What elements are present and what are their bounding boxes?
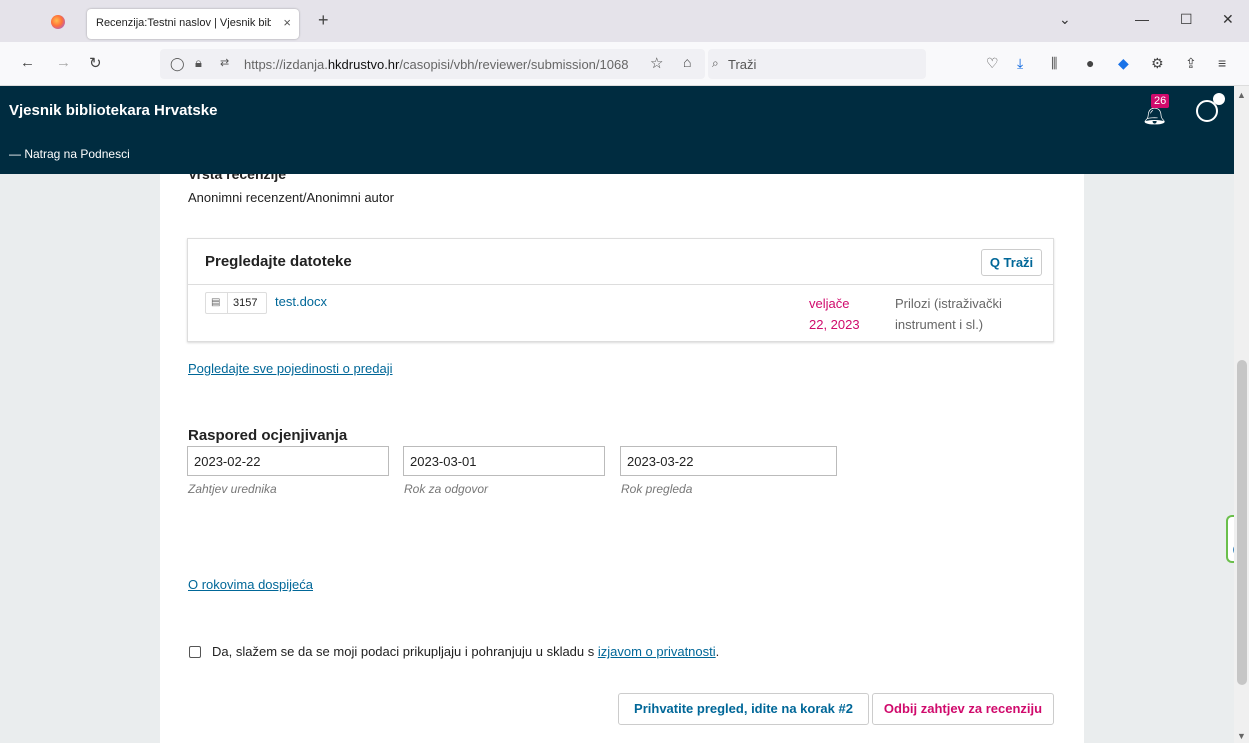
back-to-submissions-link[interactable]: — Natrag na Podnesci: [9, 147, 130, 161]
submission-details-link[interactable]: Pogledajte sve pojedinosti o predaji: [188, 361, 393, 376]
response-due-label: Rok za odgovor: [404, 482, 489, 496]
chevron-down-icon[interactable]: ⌄: [1059, 11, 1071, 28]
minimize-icon[interactable]: —: [1135, 11, 1149, 27]
review-due-date-input[interactable]: [620, 446, 837, 476]
translate-icon[interactable]: ⚙: [1151, 55, 1164, 72]
editor-request-label: Zahtjev urednika: [188, 482, 277, 496]
accept-review-button[interactable]: Prihvatite pregled, idite na korak #2: [618, 693, 869, 725]
permissions-icon[interactable]: ⇄: [220, 56, 229, 69]
browser-navbar: ← → ↻ ◯ 🔒︎ ⇄ https://izdanja.hkdrustvo.h…: [0, 42, 1249, 86]
scroll-up-icon[interactable]: ▲: [1237, 90, 1246, 100]
menu-icon[interactable]: ≡: [1218, 55, 1226, 71]
review-type-value: Anonimni recenzent/Anonimni autor: [188, 190, 394, 205]
reload-icon[interactable]: ↻: [89, 54, 102, 72]
search-placeholder: Traži: [728, 57, 757, 72]
pocket-icon[interactable]: ♡: [986, 55, 999, 72]
document-icon: ▤: [211, 297, 221, 308]
browser-tab[interactable]: Recenzija:Testni naslov | Vjesnik bibl ×: [87, 9, 299, 39]
privacy-consent-label: Da, slažem se da se moji podaci prikuplj…: [212, 644, 720, 659]
file-id-badge: ▤ 3157: [205, 292, 267, 314]
share-icon[interactable]: ⇪: [1185, 55, 1197, 72]
new-tab-button[interactable]: +: [318, 10, 329, 31]
home-icon[interactable]: ⌂: [683, 54, 691, 70]
files-panel-title: Pregledajte datoteke: [205, 253, 352, 270]
search-icon: ⌕: [712, 56, 719, 70]
app-header: Vjesnik bibliotekara Hrvatske — Natrag n…: [0, 86, 1234, 174]
files-search-button[interactable]: Q Traži: [981, 249, 1042, 276]
file-type: Prilozi (istraživački instrument i sl.): [895, 296, 1002, 332]
back-icon[interactable]: ←: [20, 54, 35, 71]
tab-title: Recenzija:Testni naslov | Vjesnik bibl: [96, 17, 271, 29]
close-tab-icon[interactable]: ×: [283, 15, 291, 30]
download-icon[interactable]: ⤓: [1017, 55, 1023, 72]
user-badge-icon: [1213, 93, 1225, 105]
search-bar[interactable]: ⌕ Traži: [708, 49, 926, 79]
editor-request-date-input[interactable]: [187, 446, 389, 476]
review-schedule-heading: Raspored ocjenjivanja: [188, 427, 348, 444]
maximize-icon[interactable]: ☐: [1180, 11, 1193, 28]
library-icon[interactable]: ⫼: [1051, 55, 1057, 72]
scroll-down-icon[interactable]: ▼: [1237, 731, 1246, 741]
file-date: veljače 22, 2023: [809, 296, 860, 332]
close-window-icon[interactable]: ✕: [1222, 11, 1234, 28]
divider: [227, 293, 228, 313]
lock-icon[interactable]: 🔒︎: [195, 55, 202, 71]
privacy-consent-checkbox[interactable]: [189, 646, 201, 658]
divider: [188, 284, 1053, 285]
url-bar[interactable]: ◯ 🔒︎ ⇄ https://izdanja.hkdrustvo.hr/caso…: [160, 49, 705, 79]
firefox-icon[interactable]: [51, 15, 65, 29]
browser-tabbar: Recenzija:Testni naslov | Vjesnik bibl ×…: [0, 0, 1249, 42]
file-id: 3157: [233, 297, 258, 309]
notification-count-badge: 26: [1151, 94, 1170, 108]
scrollbar-thumb[interactable]: [1237, 360, 1247, 685]
decline-review-button[interactable]: Odbij zahtjev za recenziju: [872, 693, 1054, 725]
privacy-statement-link[interactable]: izjavom o privatnosti: [598, 644, 716, 659]
url-text: https://izdanja.hkdrustvo.hr/casopisi/vb…: [244, 57, 629, 72]
about-due-dates-link[interactable]: O rokovima dospijeća: [188, 577, 313, 592]
review-files-panel: Pregledajte datoteke Q Traži ▤ 3157 test…: [187, 238, 1054, 342]
review-due-label: Rok pregleda: [621, 482, 693, 496]
response-due-date-input[interactable]: [403, 446, 605, 476]
bookmark-star-icon[interactable]: ☆: [650, 54, 663, 72]
journal-title[interactable]: Vjesnik bibliotekara Hrvatske: [9, 102, 217, 119]
forward-icon[interactable]: →: [56, 54, 71, 71]
extension-b-icon[interactable]: ●: [1086, 55, 1094, 71]
file-name-link[interactable]: test.docx: [275, 294, 327, 309]
extension-diamond-icon[interactable]: ◆: [1118, 55, 1129, 72]
shield-icon[interactable]: ◯: [170, 56, 185, 72]
